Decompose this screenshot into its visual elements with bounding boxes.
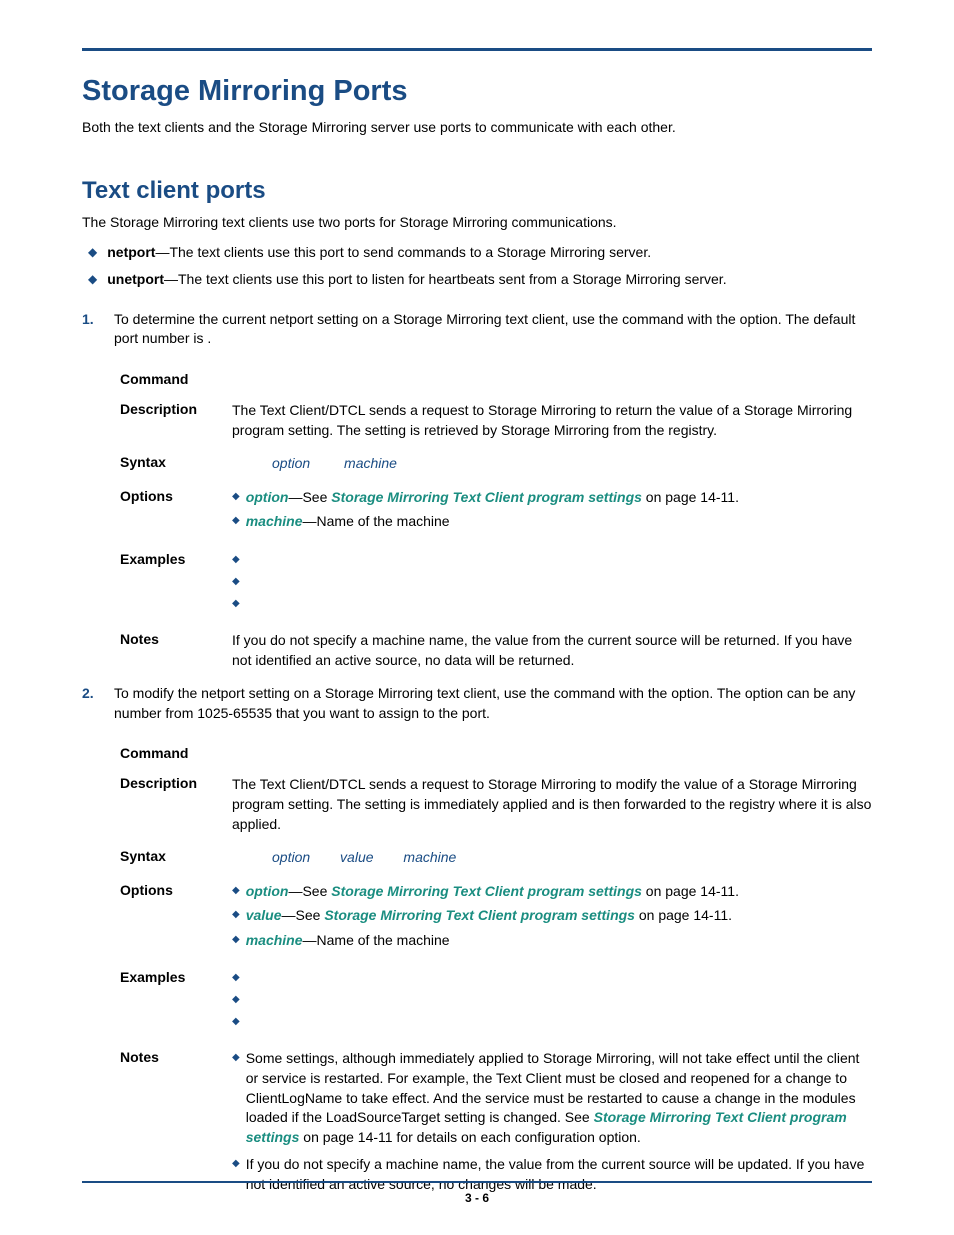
page-number: 3 - 6 bbox=[0, 1191, 954, 1205]
document-page: Storage Mirroring Ports Both the text cl… bbox=[0, 0, 954, 1235]
label-notes: Notes bbox=[120, 1049, 232, 1199]
diamond-icon: ◆ bbox=[232, 1013, 240, 1030]
bullet-text: unetport—The text clients use this port … bbox=[107, 269, 726, 290]
examples-list: ◆ ◆ ◆ bbox=[232, 551, 872, 617]
label-command: Command bbox=[120, 745, 232, 761]
table-row: Notes If you do not specify a machine na… bbox=[120, 631, 872, 670]
command-table-2: Command Description The Text Client/DTCL… bbox=[120, 745, 872, 1199]
table-row: Command bbox=[120, 371, 872, 387]
command-table-1: Command Description The Text Client/DTCL… bbox=[120, 371, 872, 670]
syntax-text: option machine bbox=[232, 454, 872, 474]
step-number: 1. bbox=[82, 310, 114, 349]
diamond-icon: ◆ bbox=[232, 551, 240, 568]
label-syntax: Syntax bbox=[120, 454, 232, 474]
port-bullet-list: ◆ netport—The text clients use this port… bbox=[82, 242, 872, 290]
diamond-icon: ◆ bbox=[232, 882, 240, 902]
list-item: ◆ bbox=[232, 551, 872, 568]
label-syntax: Syntax bbox=[120, 848, 232, 868]
list-item: ◆ If you do not specify a machine name, … bbox=[232, 1155, 872, 1194]
label-options: Options bbox=[120, 488, 232, 537]
label-description: Description bbox=[120, 401, 232, 440]
list-item: ◆ bbox=[232, 595, 872, 612]
diamond-icon: ◆ bbox=[232, 488, 240, 508]
diamond-icon: ◆ bbox=[232, 595, 240, 612]
heading-1: Storage Mirroring Ports bbox=[82, 75, 872, 108]
step-2: 2. To modify the netport setting on a St… bbox=[82, 684, 872, 723]
diamond-icon: ◆ bbox=[232, 512, 240, 532]
table-row: Examples ◆ ◆ ◆ bbox=[120, 551, 872, 617]
list-item: ◆ bbox=[232, 969, 872, 986]
table-row: Options ◆ option—See Storage Mirroring T… bbox=[120, 488, 872, 537]
table-row: Description The Text Client/DTCL sends a… bbox=[120, 775, 872, 834]
description-text: The Text Client/DTCL sends a request to … bbox=[232, 401, 872, 440]
list-item: ◆ machine—Name of the machine bbox=[232, 931, 872, 951]
table-row: Description The Text Client/DTCL sends a… bbox=[120, 401, 872, 440]
label-examples: Examples bbox=[120, 969, 232, 1035]
list-item: ◆ value—See Storage Mirroring Text Clien… bbox=[232, 906, 872, 926]
bottom-rule bbox=[82, 1181, 872, 1183]
intro-paragraph: Both the text clients and the Storage Mi… bbox=[82, 118, 872, 137]
step-text: To determine the current netport setting… bbox=[114, 310, 872, 349]
bullet-text: netport—The text clients use this port t… bbox=[107, 242, 651, 263]
list-item: ◆ bbox=[232, 1013, 872, 1030]
cross-ref-link[interactable]: Storage Mirroring Text Client program se… bbox=[331, 883, 642, 899]
diamond-icon: ◆ bbox=[232, 991, 240, 1008]
options-list: ◆ option—See Storage Mirroring Text Clie… bbox=[232, 882, 872, 956]
list-item: ◆ bbox=[232, 991, 872, 1008]
list-item: ◆ machine—Name of the machine bbox=[232, 512, 872, 532]
diamond-icon: ◆ bbox=[232, 1049, 240, 1147]
list-item: ◆ option—See Storage Mirroring Text Clie… bbox=[232, 882, 872, 902]
cross-ref-link[interactable]: Storage Mirroring Text Client program se… bbox=[324, 907, 635, 923]
table-row: Syntax option machine bbox=[120, 454, 872, 474]
diamond-icon: ◆ bbox=[232, 931, 240, 951]
label-notes: Notes bbox=[120, 631, 232, 670]
table-row: Syntax option value machine bbox=[120, 848, 872, 868]
diamond-icon: ◆ bbox=[232, 906, 240, 926]
list-item: ◆ Some settings, although immediately ap… bbox=[232, 1049, 872, 1147]
label-options: Options bbox=[120, 882, 232, 956]
description-text: The Text Client/DTCL sends a request to … bbox=[232, 775, 872, 834]
heading-2: Text client ports bbox=[82, 177, 872, 205]
label-examples: Examples bbox=[120, 551, 232, 617]
diamond-icon: ◆ bbox=[88, 242, 97, 263]
cross-ref-link[interactable]: Storage Mirroring Text Client program se… bbox=[331, 489, 642, 505]
step-text: To modify the netport setting on a Stora… bbox=[114, 684, 872, 723]
step-number: 2. bbox=[82, 684, 114, 723]
list-item: ◆ unetport—The text clients use this por… bbox=[82, 269, 872, 290]
diamond-icon: ◆ bbox=[88, 269, 97, 290]
step-1: 1. To determine the current netport sett… bbox=[82, 310, 872, 349]
list-item: ◆ netport—The text clients use this port… bbox=[82, 242, 872, 263]
table-row: Examples ◆ ◆ ◆ bbox=[120, 969, 872, 1035]
diamond-icon: ◆ bbox=[232, 1155, 240, 1194]
list-item: ◆ option—See Storage Mirroring Text Clie… bbox=[232, 488, 872, 508]
table-row: Command bbox=[120, 745, 872, 761]
examples-list: ◆ ◆ ◆ bbox=[232, 969, 872, 1035]
list-item: ◆ bbox=[232, 573, 872, 590]
diamond-icon: ◆ bbox=[232, 969, 240, 986]
top-rule bbox=[82, 48, 872, 51]
subintro-paragraph: The Storage Mirroring text clients use t… bbox=[82, 213, 872, 232]
options-list: ◆ option—See Storage Mirroring Text Clie… bbox=[232, 488, 872, 537]
table-row: Options ◆ option—See Storage Mirroring T… bbox=[120, 882, 872, 956]
table-row: Notes ◆ Some settings, although immediat… bbox=[120, 1049, 872, 1199]
notes-list: ◆ Some settings, although immediately ap… bbox=[232, 1049, 872, 1199]
diamond-icon: ◆ bbox=[232, 573, 240, 590]
syntax-text: option value machine bbox=[232, 848, 872, 868]
notes-text: If you do not specify a machine name, th… bbox=[232, 631, 872, 670]
label-description: Description bbox=[120, 775, 232, 834]
label-command: Command bbox=[120, 371, 232, 387]
